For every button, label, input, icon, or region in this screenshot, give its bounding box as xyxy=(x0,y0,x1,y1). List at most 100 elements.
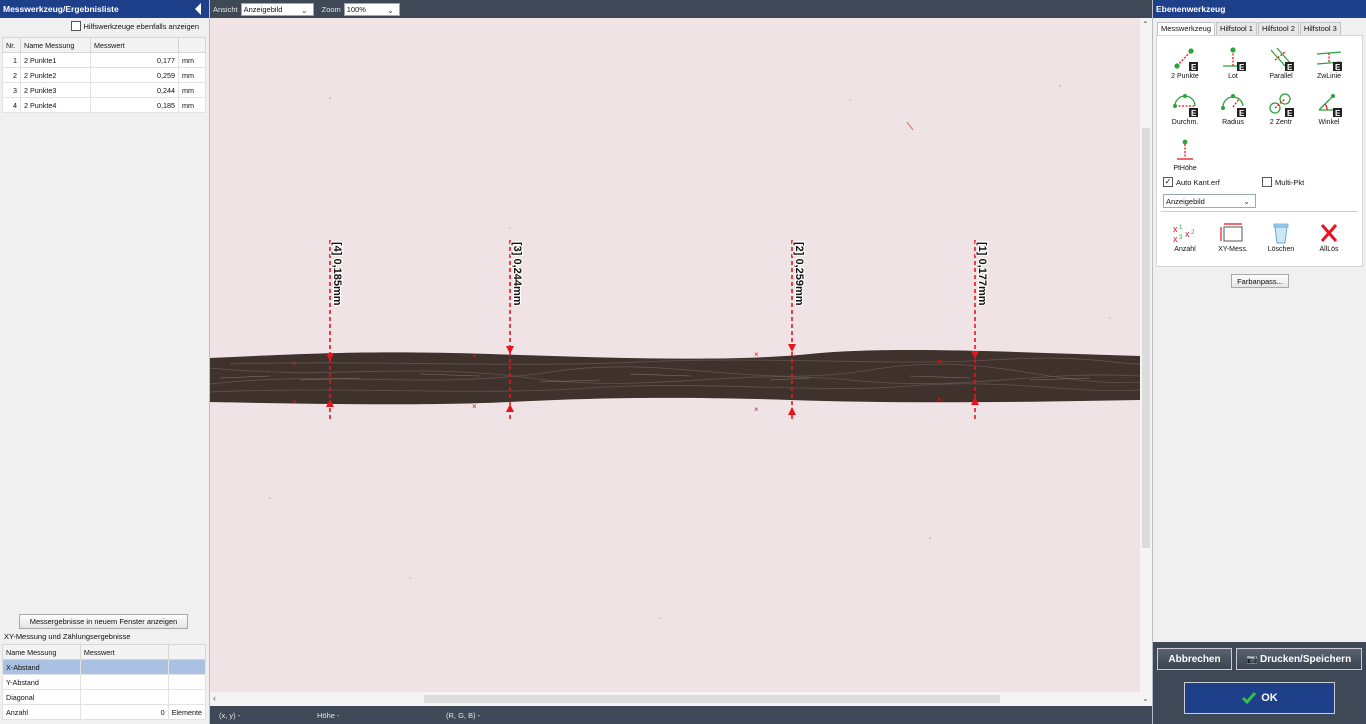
microscope-image[interactable]: × × [4] 0,185mm × × [3] 0,244mm × × [2] 0,259mm ×… xyxy=(210,18,1140,692)
tool-two-centers[interactable]: E 2 Zentr xyxy=(1259,92,1303,126)
svg-text:3: 3 xyxy=(1179,235,1183,241)
row-nr: 2 xyxy=(2,67,21,83)
action-label: XY-Mess. xyxy=(1218,246,1248,253)
row-nr: 4 xyxy=(2,97,21,113)
tool-label: Parallel xyxy=(1269,73,1293,80)
ok-label: OK xyxy=(1261,692,1278,704)
xy-caption: XY-Messung und Zählungsergebnisse xyxy=(4,632,131,641)
svg-text:E: E xyxy=(1335,109,1341,118)
tool-two-points[interactable]: E 2 Punkte xyxy=(1163,46,1207,80)
tool-radius[interactable]: E Radius xyxy=(1211,92,1255,126)
multi-point-checkbox[interactable] xyxy=(1262,177,1272,187)
tool-label: PtHöhe xyxy=(1173,165,1197,172)
tool-angle[interactable]: E Winkel xyxy=(1307,92,1351,126)
edge-point-marker: × xyxy=(292,397,297,406)
zoom-select[interactable]: 100% ⌄ xyxy=(343,2,400,16)
chevron-down-icon: ⌄ xyxy=(1243,197,1250,206)
horizontal-scrollbar[interactable]: ‹ xyxy=(210,692,1140,706)
table-row[interactable]: Diagonal xyxy=(2,689,207,705)
row-unit xyxy=(167,689,207,705)
measurement-label: [1] 0,177mm xyxy=(976,242,988,306)
tab-hilfstool-1[interactable]: Hilfstool 1 xyxy=(1216,22,1257,35)
cancel-button[interactable]: Abbrechen xyxy=(1157,648,1232,670)
auto-edge-label: Auto Kant.erf xyxy=(1176,177,1220,187)
show-aux-checkbox[interactable] xyxy=(70,21,81,31)
auto-edge-row[interactable]: ✓ Auto Kant.erf xyxy=(1163,177,1220,187)
radius-icon: E xyxy=(1221,94,1246,118)
scroll-down-icon[interactable]: ⌄ xyxy=(1142,694,1149,703)
image-source-value: Anzeigebild xyxy=(1166,196,1205,206)
trash-icon xyxy=(1273,223,1289,244)
table-row[interactable]: X-Abstand xyxy=(2,659,207,675)
col-unit[interactable] xyxy=(178,37,206,53)
row-unit: mm xyxy=(178,52,206,68)
view-select-value: Anzeigebild xyxy=(243,4,283,14)
svg-text:x: x xyxy=(1173,224,1178,234)
measurement-label: [4] 0,185mm xyxy=(331,242,343,306)
view-select[interactable]: Anzeigebild ⌄ xyxy=(240,2,314,16)
tool-between-lines[interactable]: E ZwLinie xyxy=(1307,46,1351,80)
two-points-icon: E xyxy=(1174,48,1198,72)
row-name: Y-Abstand xyxy=(2,674,81,690)
vertical-scrollbar[interactable]: ⌃ ⌄ xyxy=(1140,18,1152,706)
zoom-label: Zoom xyxy=(321,4,341,14)
tool-label: Lot xyxy=(1228,73,1238,80)
action-delete-all[interactable]: AllLös xyxy=(1307,221,1351,253)
col-name[interactable]: Name Messung xyxy=(2,644,81,660)
tool-parallel[interactable]: E Parallel xyxy=(1259,46,1303,80)
collapse-left-icon[interactable] xyxy=(195,3,201,15)
between-lines-icon: E xyxy=(1316,51,1342,72)
tool-label: Radius xyxy=(1222,119,1244,126)
col-nr[interactable]: Nr. xyxy=(2,37,21,53)
table-row[interactable]: 3 2 Punkte3 0,244 mm xyxy=(2,82,206,98)
ok-button[interactable]: OK xyxy=(1184,682,1335,714)
tool-label: Durchm. xyxy=(1171,119,1199,126)
svg-text:E: E xyxy=(1239,109,1245,118)
scroll-left-icon[interactable]: ‹ xyxy=(213,693,216,703)
action-label: AllLös xyxy=(1319,246,1339,253)
xy-measure-icon xyxy=(1220,223,1243,242)
table-row[interactable]: Anzahl 0 Elemente xyxy=(2,704,207,720)
print-save-button[interactable]: 📷 Drucken/Speichern xyxy=(1236,648,1362,670)
row-nr: 1 xyxy=(2,52,21,68)
tab-messwerkzeug[interactable]: Messwerkzeug xyxy=(1157,22,1216,36)
col-name[interactable]: Name Messung xyxy=(20,37,91,53)
status-rgb: (R, G, B) - xyxy=(446,711,481,720)
col-value[interactable]: Messwert xyxy=(90,37,179,53)
col-unit[interactable] xyxy=(167,644,207,660)
image-viewer[interactable]: × × [4] 0,185mm × × [3] 0,244mm × × [2] 0,259mm ×… xyxy=(210,18,1140,692)
color-adjust-button[interactable]: Farbanpass... xyxy=(1231,274,1289,288)
show-aux-row: Hilfswerkzeuge ebenfalls anzeigen xyxy=(0,18,209,34)
tool-perpendicular[interactable]: E Lot xyxy=(1211,46,1255,80)
action-xy-measure[interactable]: XY-Mess. xyxy=(1211,221,1255,253)
show-aux-label: Hilfswerkzeuge ebenfalls anzeigen xyxy=(83,21,200,31)
table-row[interactable]: 1 2 Punkte1 0,177 mm xyxy=(2,52,206,68)
camera-icon: 📷 xyxy=(1246,653,1259,664)
edge-point-marker: × xyxy=(937,357,942,366)
status-coordinates: (x, y) - xyxy=(219,711,241,720)
action-count[interactable]: x 1 x 3 x 2 Anzahl xyxy=(1163,221,1207,253)
auto-edge-checkbox[interactable]: ✓ xyxy=(1163,177,1173,187)
tool-diameter[interactable]: E Durchm. xyxy=(1163,92,1207,126)
results-table: Nr. Name Messung Messwert 1 2 Punkte1 0,… xyxy=(2,37,206,113)
table-row[interactable]: Y-Abstand xyxy=(2,674,207,690)
row-name: Anzahl xyxy=(2,704,81,720)
table-row[interactable]: 2 2 Punkte2 0,259 mm xyxy=(2,67,206,83)
tool-point-height[interactable]: PtHöhe xyxy=(1163,138,1207,172)
horizontal-scroll-thumb[interactable] xyxy=(424,695,1000,703)
row-unit xyxy=(167,674,207,690)
action-delete[interactable]: Löschen xyxy=(1259,221,1303,253)
row-name: Diagonal xyxy=(2,689,81,705)
tab-hilfstool-2[interactable]: Hilfstool 2 xyxy=(1257,22,1299,35)
multi-point-row[interactable]: Multi-Pkt xyxy=(1262,177,1304,187)
scroll-up-icon[interactable]: ⌃ xyxy=(1142,20,1149,29)
row-value: 0 xyxy=(79,704,169,720)
svg-text:x: x xyxy=(1185,229,1190,239)
table-row[interactable]: 4 2 Punkte4 0,185 mm xyxy=(2,97,206,113)
image-source-select[interactable]: Anzeigebild ⌄ xyxy=(1163,194,1256,208)
tab-hilfstool-3[interactable]: Hilfstool 3 xyxy=(1299,22,1341,35)
vertical-scroll-thumb[interactable] xyxy=(1142,128,1150,548)
show-results-window-button[interactable]: Messergebnisse in neuem Fenster anzeigen xyxy=(19,614,188,629)
col-value[interactable]: Messwert xyxy=(79,644,169,660)
view-toolbar: Ansicht Anzeigebild ⌄ Zoom 100% ⌄ xyxy=(210,0,1152,18)
